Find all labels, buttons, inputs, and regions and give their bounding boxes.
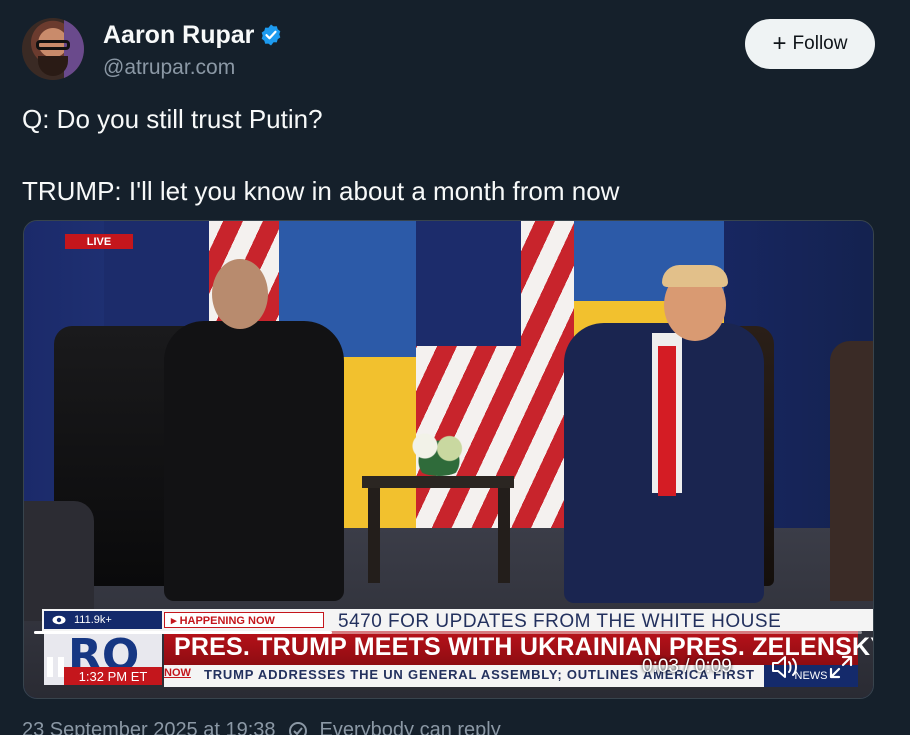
avatar-glasses xyxy=(36,40,70,50)
happening-now-tag: ▸ HAPPENING NOW xyxy=(164,612,324,628)
side-table xyxy=(362,476,514,488)
viewer-count: 111.9k+ xyxy=(44,611,162,629)
live-badge: LIVE xyxy=(65,234,133,249)
flower-arrangement xyxy=(404,426,474,476)
pause-button[interactable] xyxy=(44,655,68,679)
now-tag: NOW xyxy=(164,667,191,679)
trump-tie xyxy=(658,346,676,496)
table-leg xyxy=(368,488,380,583)
plus-icon: + xyxy=(772,30,787,57)
reply-setting-icon xyxy=(288,721,307,735)
follow-button[interactable]: + Follow xyxy=(745,19,875,69)
tweet-footer: 23 September 2025 at 19:38 Everybody can… xyxy=(22,719,501,735)
expand-icon[interactable] xyxy=(828,654,854,680)
verified-badge-icon xyxy=(261,24,281,46)
follow-button-label: Follow xyxy=(792,33,848,54)
author-handle[interactable]: @atrupar.com xyxy=(103,56,235,80)
zelensky-head xyxy=(212,259,268,329)
broadcast-clock: 1:32 PM ET xyxy=(64,667,162,685)
pause-icon xyxy=(58,657,64,677)
pause-icon xyxy=(47,657,53,677)
trump-hair xyxy=(662,265,728,287)
viewer-count-value: 111.9k+ xyxy=(74,614,112,626)
video-player[interactable]: LIVE 111.9k+ ▸ HAPPENING NOW 5470 FOR UP… xyxy=(23,220,874,699)
author-avatar[interactable] xyxy=(22,18,84,80)
tweet-date[interactable]: 23 September 2025 at 19:38 xyxy=(22,719,276,735)
person-edge-right xyxy=(830,341,873,601)
headline-text: PRES. TRUMP MEETS WITH UKRAINIAN PRES. Z… xyxy=(174,633,874,661)
table-leg xyxy=(498,488,510,583)
zelensky-figure xyxy=(164,321,344,601)
volume-icon[interactable] xyxy=(770,653,800,681)
top-ticker-text: 5470 FOR UPDATES FROM THE WHITE HOUSE xyxy=(338,611,782,631)
tweet-text: Q: Do you still trust Putin? TRUMP: I'll… xyxy=(22,104,620,206)
video-progress-bar[interactable] xyxy=(34,631,862,634)
reply-setting[interactable]: Everybody can reply xyxy=(320,719,501,735)
video-progress-fill xyxy=(34,631,333,634)
eye-icon xyxy=(52,615,66,625)
author-name[interactable]: Aaron Rupar xyxy=(103,21,254,50)
video-time: 0:03 / 0:09 xyxy=(642,656,732,677)
person-edge-left xyxy=(24,501,94,621)
